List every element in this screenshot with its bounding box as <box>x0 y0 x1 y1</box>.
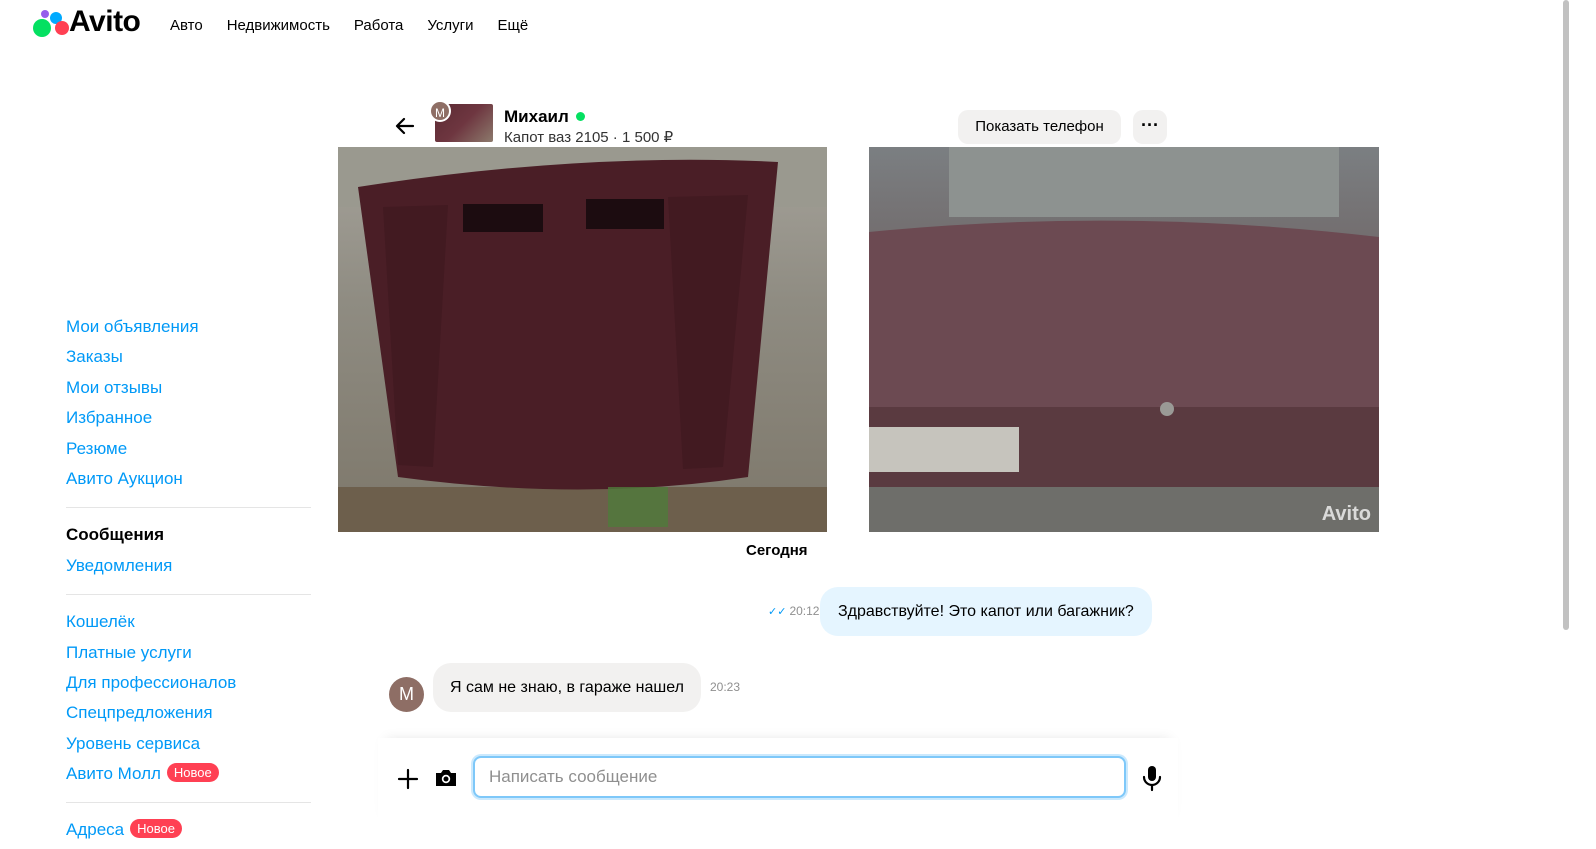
sidebar-item-resume[interactable]: Резюме <box>66 436 311 466</box>
message-time: 20:23 <box>710 680 741 694</box>
top-nav: Авто Недвижимость Работа Услуги Ещё <box>170 17 528 34</box>
show-phone-button[interactable]: Показать телефон <box>958 110 1121 144</box>
sidebar-item-auction[interactable]: Авито Аукцион <box>66 466 311 496</box>
sidebar-item-notifications[interactable]: Уведомления <box>66 553 311 583</box>
item-title[interactable]: Капот ваз 2105 · 1 500 ₽ <box>504 128 673 146</box>
sidebar-item-label: Авито Молл <box>66 764 161 784</box>
sidebar-item-favorites[interactable]: Избранное <box>66 405 311 435</box>
sidebar-item-service-level[interactable]: Уровень сервиса <box>66 731 311 761</box>
sidebar-divider <box>66 594 311 596</box>
contact-name[interactable]: Михаил <box>504 107 585 127</box>
message-input[interactable] <box>473 756 1126 798</box>
logo-dots-icon <box>33 6 69 38</box>
contact-name-text: Михаил <box>504 107 569 126</box>
topnav-auto[interactable]: Авто <box>170 17 203 34</box>
incoming-message[interactable]: Я сам не знаю, в гараже нашел <box>433 663 701 712</box>
online-status-icon <box>575 112 585 121</box>
sidebar-item-reviews[interactable]: Мои отзывы <box>66 375 311 405</box>
sidebar-item-special-offers[interactable]: Спецпредложения <box>66 700 311 730</box>
sidebar-divider <box>66 507 311 509</box>
sidebar-item-for-pros[interactable]: Для профессионалов <box>66 670 311 700</box>
camera-icon[interactable] <box>433 765 459 791</box>
microphone-icon[interactable] <box>1141 764 1163 792</box>
sidebar: Мои объявления Заказы Мои отзывы Избранн… <box>66 314 311 848</box>
avito-logo[interactable]: Avito <box>33 4 141 40</box>
more-options-button[interactable]: ··· <box>1133 110 1167 144</box>
sidebar-item-mall[interactable]: Авито Молл Новое <box>66 761 311 791</box>
message-input-bar <box>378 738 1178 828</box>
chat-photo[interactable] <box>338 147 827 532</box>
avatar[interactable]: М <box>389 677 424 712</box>
sidebar-item-my-ads[interactable]: Мои объявления <box>66 314 311 344</box>
avatar: М <box>429 100 451 122</box>
sidebar-item-addresses[interactable]: Адреса Новое <box>66 817 311 847</box>
topnav-realty[interactable]: Недвижимость <box>227 17 330 34</box>
car-trunk-photo <box>869 147 1379 532</box>
sidebar-item-paid-services[interactable]: Платные услуги <box>66 640 311 670</box>
sidebar-item-orders[interactable]: Заказы <box>66 344 311 374</box>
top-header: Avito Авто Недвижимость Работа Услуги Ещ… <box>0 0 1560 56</box>
chat-photo[interactable]: Avito <box>869 147 1379 532</box>
message-time: ✓✓ 20:12 <box>768 604 819 618</box>
car-hood-photo <box>338 147 827 532</box>
sidebar-item-wallet[interactable]: Кошелёк <box>66 609 311 639</box>
logo-text: Avito <box>69 5 141 38</box>
sidebar-item-messages[interactable]: Сообщения <box>66 522 311 552</box>
topnav-more[interactable]: Ещё <box>498 17 529 34</box>
new-badge: Новое <box>130 819 182 839</box>
topnav-services[interactable]: Услуги <box>427 17 473 34</box>
sidebar-divider <box>66 802 311 804</box>
date-separator: Сегодня <box>746 542 808 559</box>
avito-watermark: Avito <box>1321 503 1371 525</box>
topnav-jobs[interactable]: Работа <box>354 17 404 34</box>
page-scrollbar[interactable] <box>1563 0 1569 630</box>
chat-header: М Михаил Капот ваз 2105 · 1 500 ₽ Показа… <box>338 100 1180 148</box>
back-arrow-icon[interactable] <box>393 114 417 138</box>
read-check-icon: ✓✓ <box>768 606 787 618</box>
new-badge: Новое <box>166 763 219 783</box>
plus-icon[interactable] <box>395 766 421 792</box>
sidebar-item-label: Адреса <box>66 820 125 840</box>
outgoing-message[interactable]: Здравствуйте! Это капот или багажник? <box>820 587 1152 636</box>
message-time-text: 20:12 <box>789 604 820 618</box>
